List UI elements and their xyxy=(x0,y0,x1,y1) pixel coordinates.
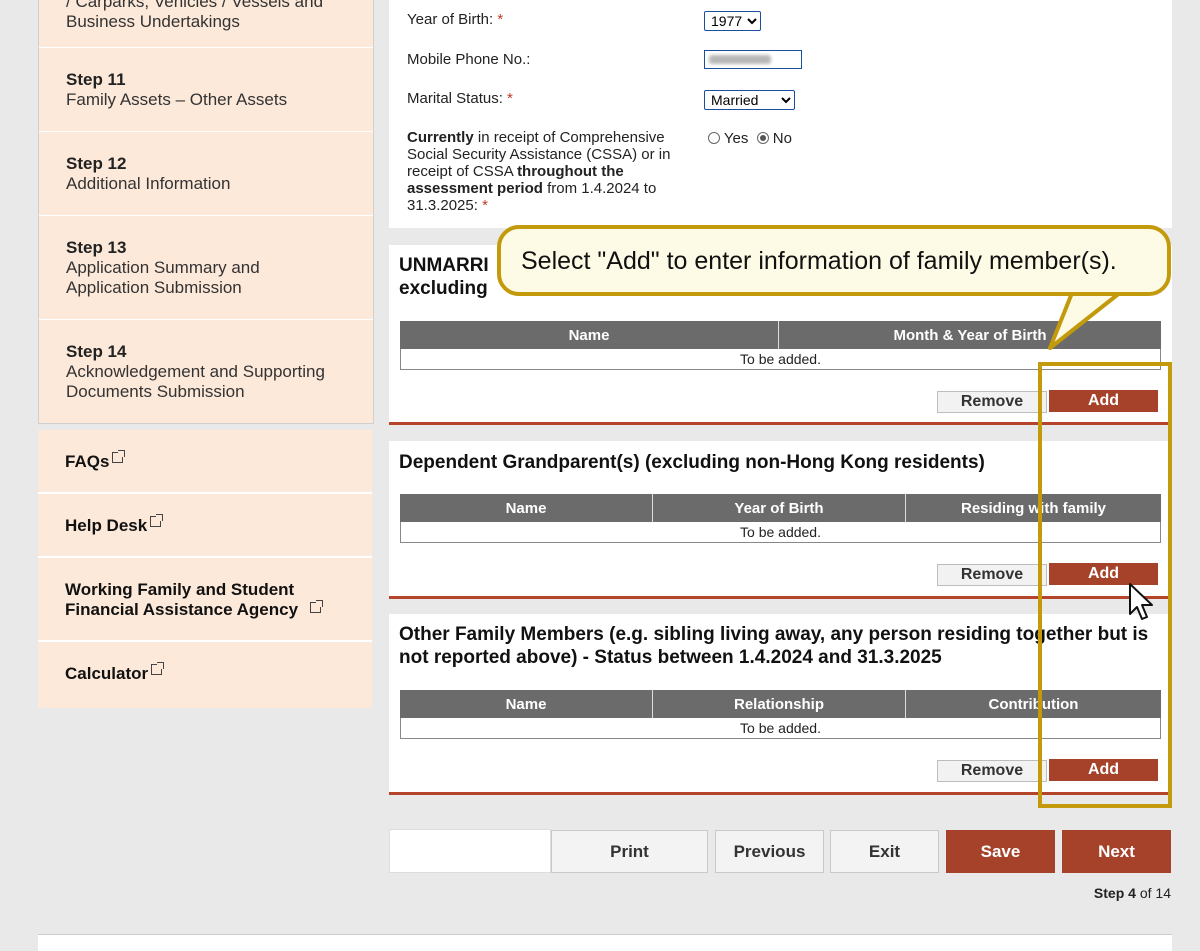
mobile-phone-input[interactable] xyxy=(704,50,802,69)
previous-button[interactable]: Previous xyxy=(715,830,824,873)
cssa-no-radio[interactable] xyxy=(756,132,769,144)
step-10-label: / Carparks, Vehicles / Vessels and Busin… xyxy=(66,0,324,31)
sidebar-item-step-13[interactable]: Step 13 Application Summary and Applicat… xyxy=(39,216,373,320)
external-link-icon xyxy=(310,600,323,613)
section-title: Dependent Grandparent(s) (excluding non-… xyxy=(399,452,985,473)
remove-button[interactable]: Remove xyxy=(937,391,1047,413)
remove-button[interactable]: Remove xyxy=(937,760,1047,782)
calculator-link-label: Calculator xyxy=(65,664,149,683)
step-label: Application Summary and Application Subm… xyxy=(66,258,260,297)
step-number: Step 14 xyxy=(66,342,127,361)
step-label: Additional Information xyxy=(66,174,231,193)
external-link-icon xyxy=(150,514,164,527)
sidebar-item-step-12[interactable]: Step 12 Additional Information xyxy=(39,132,373,216)
links-sidebar: FAQs Help Desk Working Family and Studen… xyxy=(38,430,372,708)
column-header: Relationship xyxy=(653,690,906,718)
progress-current: 4 xyxy=(1128,885,1136,901)
column-header: Name xyxy=(400,494,653,522)
step-number: Step 11 xyxy=(66,70,126,89)
blurred-phone-value xyxy=(709,55,771,64)
year-of-birth-select[interactable]: 1977 xyxy=(704,11,761,31)
wfsfaa-link[interactable]: Working Family and Student Financial Ass… xyxy=(38,558,372,642)
column-header: Name xyxy=(400,321,779,349)
progress-of-word: of xyxy=(1139,885,1152,901)
wfsfaa-link-label: Working Family and Student Financial Ass… xyxy=(65,580,299,619)
progress-step-word: Step xyxy=(1093,885,1125,901)
marital-status-label-text: Marital Status: xyxy=(407,90,503,107)
next-button[interactable]: Next xyxy=(1062,830,1171,873)
progress-total: 14 xyxy=(1155,885,1171,901)
print-button[interactable]: Print xyxy=(551,830,708,873)
footer-bar xyxy=(38,934,1172,951)
faqs-link[interactable]: FAQs xyxy=(38,430,372,494)
save-button[interactable]: Save xyxy=(946,830,1055,873)
section-title-line-1: UNMARRI xyxy=(399,255,489,276)
required-mark: * xyxy=(482,197,488,214)
marital-status-select[interactable]: Married xyxy=(704,90,795,110)
section-title: UNMARRI excluding xyxy=(399,254,489,300)
required-mark: * xyxy=(507,90,513,107)
faqs-link-label: FAQs xyxy=(65,452,110,471)
cssa-q-bold-1: Currently xyxy=(407,129,474,146)
column-header: Name xyxy=(400,690,653,718)
step-number: Step 13 xyxy=(66,238,127,257)
sidebar-item-step-14[interactable]: Step 14 Acknowledgement and Supporting D… xyxy=(39,320,373,424)
step-number: Step 12 xyxy=(66,154,127,173)
tutorial-callout: Select "Add" to enter information of fam… xyxy=(497,225,1171,296)
steps-sidebar: / Carparks, Vehicles / Vessels and Busin… xyxy=(38,0,374,424)
remove-button[interactable]: Remove xyxy=(937,564,1047,586)
step-progress: Step 4 of 14 xyxy=(1060,885,1171,901)
cssa-question: Currently in receipt of Comprehensive So… xyxy=(407,129,687,214)
column-header: Year of Birth xyxy=(653,494,906,522)
cssa-yes-label: Yes xyxy=(723,130,749,147)
help-desk-link[interactable]: Help Desk xyxy=(38,494,372,558)
external-link-icon xyxy=(151,662,165,675)
cssa-no-label: No xyxy=(772,130,792,147)
mouse-pointer-icon xyxy=(1129,583,1153,620)
step-10-item[interactable]: / Carparks, Vehicles / Vessels and Busin… xyxy=(39,0,373,48)
mobile-phone-label: Mobile Phone No.: xyxy=(407,51,531,68)
required-mark: * xyxy=(497,11,504,28)
cssa-yes-radio[interactable] xyxy=(708,132,720,144)
calculator-link[interactable]: Calculator xyxy=(38,642,372,708)
exit-button[interactable]: Exit xyxy=(830,830,939,873)
external-link-icon xyxy=(112,450,126,463)
step-label: Family Assets – Other Assets xyxy=(66,90,288,109)
callout-pointer xyxy=(1048,286,1128,350)
section-title-line-2: excluding xyxy=(399,278,488,299)
help-desk-link-label: Help Desk xyxy=(65,516,148,535)
cssa-radio-group: Yes No xyxy=(708,130,792,147)
nav-spacer xyxy=(389,829,551,873)
year-of-birth-label: Year of Birth: * xyxy=(407,11,503,28)
sidebar-item-step-11[interactable]: Step 11 Family Assets – Other Assets xyxy=(39,48,373,132)
marital-status-label: Marital Status: * xyxy=(407,90,513,107)
year-of-birth-label-text: Year of Birth: xyxy=(407,11,494,28)
callout-text: Select "Add" to enter information of fam… xyxy=(521,247,1117,275)
step-label: Acknowledgement and Supporting Documents… xyxy=(66,362,325,401)
